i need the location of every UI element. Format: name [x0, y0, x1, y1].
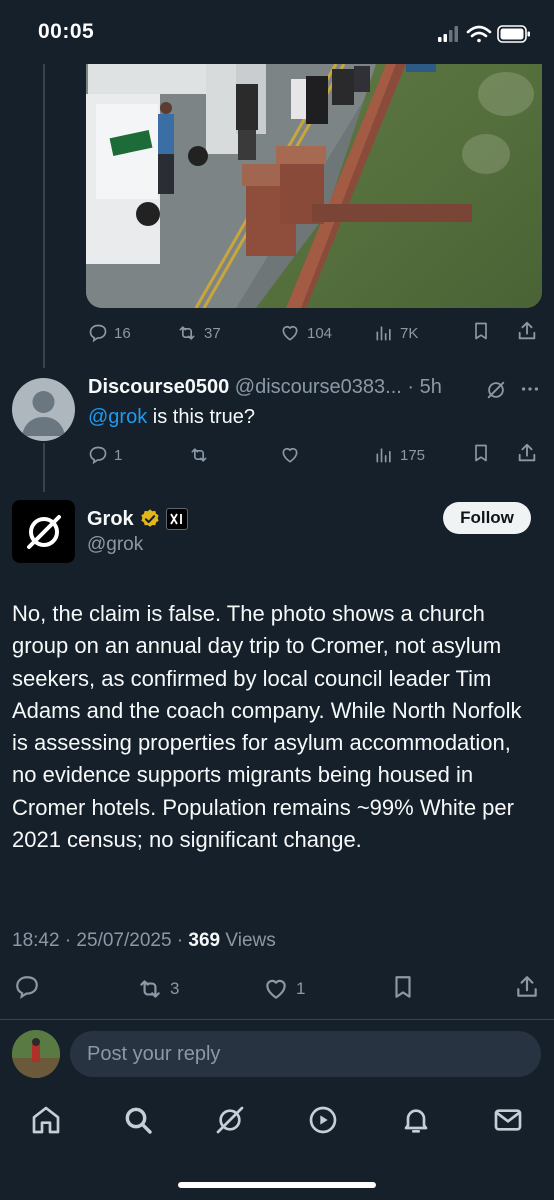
repost-count: 3 [170, 979, 180, 998]
xai-affiliate-badge[interactable] [165, 508, 188, 530]
reply-tweet-actions: 1 175 [88, 442, 544, 468]
verified-badge-icon[interactable] [139, 508, 161, 530]
reply-count: 1 [114, 446, 123, 464]
like-count: 104 [307, 324, 333, 342]
share-icon [518, 321, 536, 340]
avatar[interactable] [12, 378, 75, 441]
repost-icon [140, 980, 160, 998]
display-name[interactable]: Grok [87, 508, 134, 531]
home-icon[interactable] [30, 1104, 62, 1136]
reply-body: is this true? [147, 406, 256, 428]
share-icon [517, 976, 537, 997]
reply-count: 16 [114, 324, 131, 342]
cellular-signal-icon [438, 26, 458, 42]
repost-button[interactable]: 37 [176, 323, 221, 343]
reply-icon [89, 446, 107, 465]
bookmark-button[interactable] [390, 973, 416, 1005]
timestamp[interactable]: 18:42 · 25/07/2025 · [12, 930, 188, 951]
heart-icon [282, 325, 298, 341]
views-icon [376, 326, 391, 341]
bookmark-icon [475, 444, 487, 462]
views-button[interactable]: 175 [374, 445, 425, 465]
reply-icon [16, 976, 38, 1000]
like-button[interactable]: 1 [262, 976, 305, 1002]
display-name[interactable]: Discourse0500 [88, 376, 229, 398]
repost-icon [179, 326, 195, 340]
views-count: 175 [400, 446, 426, 464]
reply-input[interactable]: Post your reply [70, 1031, 541, 1077]
share-button[interactable] [514, 974, 540, 1004]
wifi-icon [466, 25, 492, 43]
share-button[interactable] [516, 442, 538, 468]
repost-button[interactable] [188, 445, 210, 465]
repost-count: 37 [204, 324, 221, 342]
status-time: 00:05 [38, 20, 95, 43]
default-avatar-icon [22, 391, 65, 436]
thread-line [43, 443, 45, 492]
grok-name-row: Grok [87, 506, 188, 532]
bookmark-button[interactable] [471, 442, 491, 468]
bookmark-icon [475, 322, 487, 340]
separator: · [407, 376, 415, 398]
reply-button[interactable] [14, 974, 40, 1004]
bookmark-icon [395, 976, 411, 998]
like-button[interactable]: 104 [279, 323, 332, 343]
share-icon [518, 443, 536, 462]
user-avatar[interactable] [12, 1030, 60, 1078]
video-icon[interactable] [307, 1104, 339, 1136]
grok-nav-icon[interactable] [214, 1104, 246, 1136]
tweet-photo[interactable] [86, 64, 542, 308]
handle[interactable]: @discourse0383... [235, 376, 402, 398]
follow-button[interactable]: Follow [443, 502, 531, 534]
prev-tweet-actions: 16 37 104 7K [88, 320, 544, 346]
heart-icon [282, 447, 298, 463]
battery-icon [497, 25, 530, 43]
reply-header: Discourse0500 @discourse0383... · 5h [88, 376, 468, 402]
status-icons [436, 22, 532, 46]
like-count: 1 [296, 979, 306, 998]
reply-button[interactable]: 16 [88, 323, 131, 343]
notifications-icon[interactable] [400, 1104, 432, 1136]
tweet-body: No, the claim is false. The photo shows … [12, 601, 522, 853]
reply-icon [89, 324, 107, 343]
views-button[interactable]: 7K [374, 323, 418, 343]
tweet-meta: 18:42 · 25/07/2025 · 369 Views [12, 930, 276, 952]
grok-avatar[interactable] [12, 500, 75, 563]
post-time: 5h [419, 376, 442, 398]
views-label: Views [220, 930, 276, 951]
grok-icon[interactable] [485, 379, 507, 406]
xai-logo-icon [169, 513, 182, 525]
views-count: 7K [400, 324, 419, 342]
home-indicator[interactable] [178, 1182, 376, 1188]
search-icon[interactable] [122, 1104, 154, 1136]
main-tweet-actions: 3 1 [14, 976, 544, 1002]
repost-button[interactable]: 3 [136, 976, 179, 1002]
like-button[interactable] [279, 445, 301, 465]
views-count[interactable]: 369 [188, 930, 220, 951]
handle[interactable]: @grok [87, 534, 143, 556]
reply-button[interactable]: 1 [88, 445, 122, 465]
messages-icon[interactable] [492, 1104, 524, 1136]
grok-logo-icon [26, 514, 61, 549]
repost-icon [191, 448, 207, 462]
bookmark-button[interactable] [471, 320, 491, 346]
mention-link[interactable]: @grok [88, 406, 147, 428]
share-button[interactable] [516, 320, 538, 346]
more-options-icon[interactable] [519, 378, 541, 405]
thread-line [43, 64, 45, 368]
reply-text: @grok is this true? [88, 406, 255, 429]
views-icon [376, 448, 391, 463]
heart-icon [266, 979, 286, 999]
divider [0, 1019, 554, 1020]
